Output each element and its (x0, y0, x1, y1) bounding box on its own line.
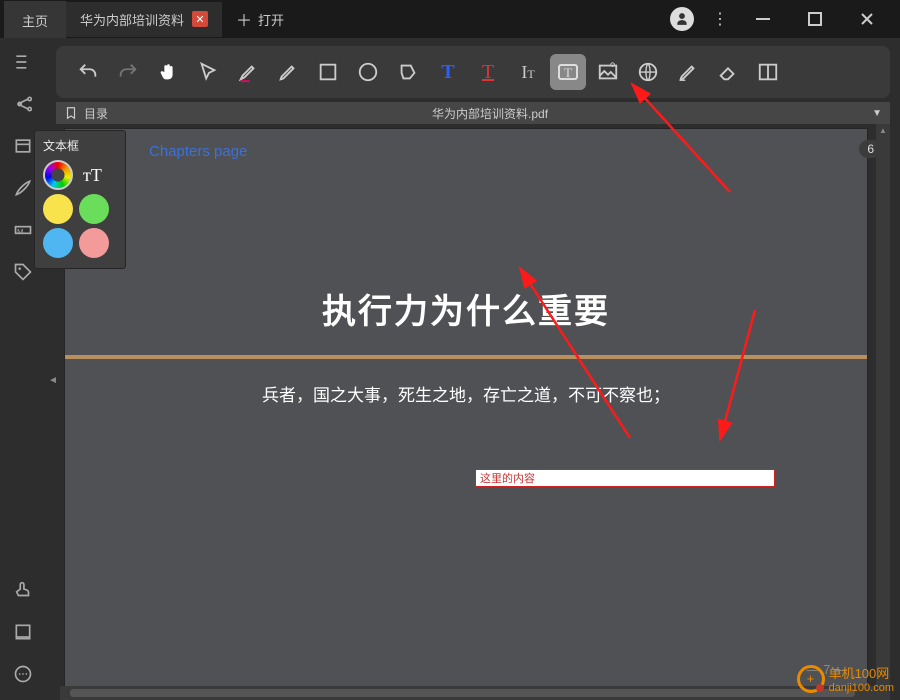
highlighter-icon (237, 61, 259, 83)
toc-label[interactable]: 目录 (84, 105, 108, 122)
horizontal-scrollbar[interactable] (60, 686, 886, 700)
rectangle-button[interactable] (310, 54, 346, 90)
popup-title: 文本框 (41, 135, 119, 158)
link-button[interactable] (630, 54, 666, 90)
reading-icon[interactable] (11, 134, 35, 158)
undo-button[interactable] (70, 54, 106, 90)
textbox-button[interactable]: T (550, 54, 586, 90)
eraser-icon (717, 61, 739, 83)
textbox-value: 这里的内容 (480, 470, 535, 486)
tab-document[interactable]: 华为内部培训资料 ✕ (66, 2, 222, 37)
titlebar-right: ⋮ (670, 5, 896, 33)
hscroll-thumb[interactable] (70, 689, 855, 697)
columns-icon (757, 61, 779, 83)
bookmark-icon[interactable] (64, 106, 78, 120)
text-insert-icon: IT (521, 62, 534, 83)
textbox-options-popup: 文本框 ᴛT (34, 130, 126, 269)
document-page[interactable]: 节页 Chapters page 执行力为什么重要 兵者，国之大事，死生之地，存… (64, 128, 868, 692)
more-icon[interactable] (11, 662, 35, 686)
close-icon (860, 12, 874, 26)
vertical-scrollbar[interactable]: ▲ ▼ (876, 124, 890, 700)
select-tool-button[interactable] (190, 54, 226, 90)
pencil-button[interactable] (270, 54, 306, 90)
watermark-line1: 单机100网 (829, 663, 894, 682)
text-underline-button[interactable]: T (470, 54, 506, 90)
hand-icon (157, 61, 179, 83)
image-icon (597, 61, 619, 83)
circle-button[interactable] (350, 54, 386, 90)
share-icon[interactable] (11, 92, 35, 116)
pencil-icon (277, 61, 299, 83)
outline-icon[interactable] (11, 50, 35, 74)
tab-home[interactable]: 主页 (4, 1, 66, 38)
close-tab-icon[interactable]: ✕ (192, 11, 208, 27)
signature-button[interactable] (670, 54, 706, 90)
highlighter-button[interactable] (230, 54, 266, 90)
book-icon[interactable] (11, 620, 35, 644)
globe-icon (637, 61, 659, 83)
open-label: 打开 (258, 10, 284, 29)
minimize-button[interactable] (746, 5, 780, 33)
color-picker-button[interactable] (43, 160, 73, 190)
document-area: 节页 Chapters page 执行力为什么重要 兵者，国之大事，死生之地，存… (56, 124, 890, 700)
square-icon (317, 61, 339, 83)
text-bold-icon: T (441, 61, 454, 84)
document-infobar: 目录 华为内部培训资料.pdf ▼ (56, 102, 890, 124)
tab-document-label: 华为内部培训资料 (80, 10, 184, 29)
redo-icon (117, 61, 139, 83)
plus-icon: ＋ (236, 7, 252, 31)
columns-button[interactable] (750, 54, 786, 90)
measure-icon[interactable]: M (11, 218, 35, 242)
polygon-icon (397, 61, 419, 83)
top-toolbar: T T IT T (56, 46, 890, 98)
image-button[interactable] (590, 54, 626, 90)
scroll-up-arrow-icon[interactable]: ▲ (879, 126, 887, 135)
eraser-button[interactable] (710, 54, 746, 90)
watermark-logo-icon: + (797, 665, 825, 693)
watermark-line2: danji100.com (829, 682, 894, 694)
tag-icon[interactable] (11, 260, 35, 284)
cursor-icon (197, 61, 219, 83)
menu-dots-icon[interactable]: ⋮ (712, 9, 728, 29)
font-size-button[interactable]: ᴛT (79, 161, 106, 190)
color-pink[interactable] (79, 228, 109, 258)
chevron-down-icon[interactable]: ▼ (872, 108, 882, 119)
watermark: + 单机100网 danji100.com (797, 663, 894, 694)
open-file-button[interactable]: ＋ 打开 (222, 0, 298, 39)
page-chapter-label: Chapters page (149, 143, 247, 160)
textbox-icon: T (556, 60, 580, 84)
redo-button[interactable] (110, 54, 146, 90)
undo-icon (77, 61, 99, 83)
touch-icon[interactable] (11, 578, 35, 602)
color-green[interactable] (79, 194, 109, 224)
maximize-icon (808, 12, 822, 26)
textbox-input[interactable]: 这里的内容 (475, 469, 775, 487)
text-bold-button[interactable]: T (430, 54, 466, 90)
user-icon (675, 12, 689, 26)
close-window-button[interactable] (850, 5, 884, 33)
minimize-icon (756, 12, 770, 26)
pen-draw-icon (677, 61, 699, 83)
maximize-button[interactable] (798, 5, 832, 33)
brush-icon[interactable] (11, 176, 35, 200)
color-blue[interactable] (43, 228, 73, 258)
text-insert-button[interactable]: IT (510, 54, 546, 90)
color-yellow[interactable] (43, 194, 73, 224)
document-filename: 华为内部培训资料.pdf (108, 105, 872, 122)
text-underline-icon: T (482, 61, 494, 84)
circle-icon (357, 61, 379, 83)
page-body-text: 兵者，国之大事，死生之地，存亡之道，不可不察也； (65, 381, 867, 406)
page-divider (65, 355, 867, 359)
page-main-title: 执行力为什么重要 (65, 284, 867, 333)
hand-tool-button[interactable] (150, 54, 186, 90)
user-avatar[interactable] (670, 7, 694, 31)
svg-text:M: M (17, 227, 23, 236)
titlebar: 主页 华为内部培训资料 ✕ ＋ 打开 ⋮ (0, 0, 900, 38)
svg-text:T: T (564, 65, 572, 80)
polygon-button[interactable] (390, 54, 426, 90)
